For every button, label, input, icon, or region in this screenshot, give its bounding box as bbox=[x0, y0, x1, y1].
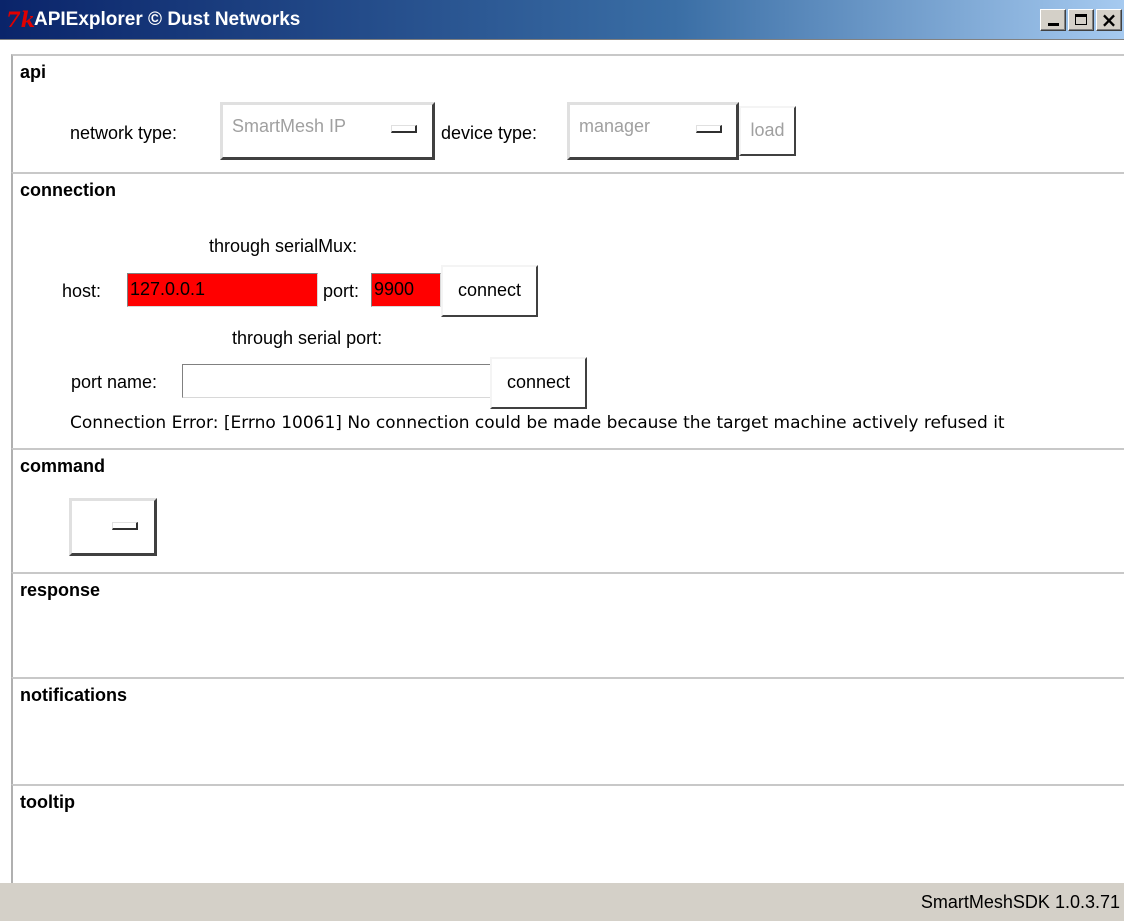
port-name-label: port name: bbox=[71, 372, 158, 392]
serialmux-connect-label: connect bbox=[457, 280, 522, 300]
api-section: api network type: SmartMesh IP device ty… bbox=[11, 54, 1124, 172]
serialmux-connect-button[interactable]: connect bbox=[441, 265, 538, 317]
connection-error-message: Connection Error: [Errno 10061] No conne… bbox=[70, 413, 1005, 433]
app-window: 7k APIExplorer © Dust Networks × api net… bbox=[0, 0, 1124, 921]
device-type-select[interactable]: manager bbox=[567, 102, 739, 160]
section-title-response: response bbox=[20, 580, 101, 600]
notifications-section: notifications bbox=[11, 677, 1124, 784]
section-title-api: api bbox=[20, 62, 47, 82]
section-title-command: command bbox=[20, 456, 106, 476]
command-section: command bbox=[11, 448, 1124, 572]
dropdown-indicator-icon bbox=[696, 125, 722, 133]
port-label: port: bbox=[323, 281, 360, 301]
serialmux-heading: through serialMux: bbox=[209, 236, 358, 256]
dropdown-indicator-icon bbox=[391, 125, 417, 133]
close-button[interactable]: × bbox=[1096, 9, 1122, 31]
status-bar: SmartMeshSDK 1.0.3.71 bbox=[0, 883, 1124, 921]
minimize-icon bbox=[1048, 23, 1059, 26]
version-label: SmartMeshSDK 1.0.3.71 bbox=[920, 892, 1120, 912]
load-button-label: load bbox=[750, 120, 785, 140]
serial-connect-button[interactable]: connect bbox=[490, 357, 587, 409]
network-type-label: network type: bbox=[70, 123, 178, 143]
section-title-notifications: notifications bbox=[20, 685, 127, 705]
tk-feather-icon: 7k bbox=[6, 7, 36, 32]
load-button[interactable]: load bbox=[739, 106, 796, 156]
device-type-label: device type: bbox=[441, 123, 538, 143]
maximize-button[interactable] bbox=[1068, 9, 1094, 31]
device-type-value: manager bbox=[579, 116, 651, 136]
network-type-select[interactable]: SmartMesh IP bbox=[220, 102, 435, 160]
command-select[interactable] bbox=[69, 498, 157, 556]
minimize-button[interactable] bbox=[1040, 9, 1066, 31]
port-name-input[interactable] bbox=[182, 364, 491, 398]
host-label: host: bbox=[62, 281, 102, 301]
tooltip-section: tooltip bbox=[11, 784, 1124, 883]
host-input[interactable]: 127.0.0.1 bbox=[127, 273, 318, 307]
close-icon: × bbox=[1100, 8, 1118, 32]
dropdown-indicator-icon bbox=[112, 522, 138, 530]
network-type-value: SmartMesh IP bbox=[232, 116, 347, 136]
response-section: response bbox=[11, 572, 1124, 677]
section-title-connection: connection bbox=[20, 180, 117, 200]
maximize-icon bbox=[1075, 14, 1087, 25]
section-title-tooltip: tooltip bbox=[20, 792, 75, 812]
window-title: APIExplorer © Dust Networks bbox=[34, 9, 301, 30]
serial-connect-label: connect bbox=[506, 372, 571, 392]
title-bar[interactable]: 7k APIExplorer © Dust Networks × bbox=[0, 0, 1124, 40]
port-input[interactable]: 9900 bbox=[371, 273, 441, 307]
serial-port-heading: through serial port: bbox=[232, 328, 383, 348]
connection-section: connection through serialMux: host: 127.… bbox=[11, 172, 1124, 448]
